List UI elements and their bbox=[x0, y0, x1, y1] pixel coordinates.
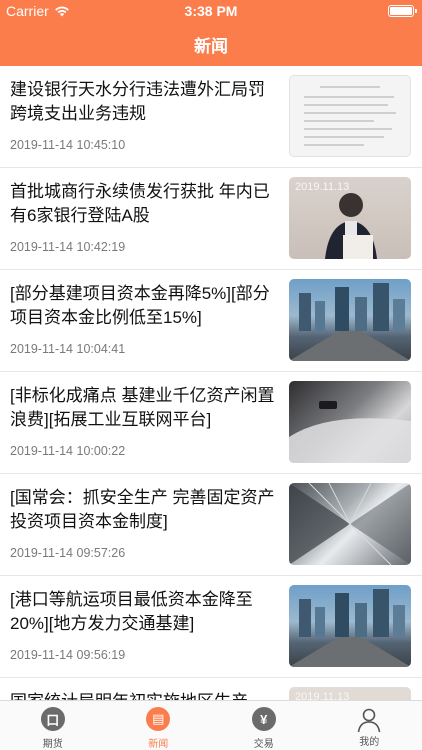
news-thumbnail-city bbox=[289, 585, 411, 667]
person-icon bbox=[357, 708, 381, 733]
news-thumbnail-car bbox=[289, 381, 411, 463]
news-item[interactable]: [国常会：抓安全生产 完善固定资产投资项目资本金制度] 2019-11-14 0… bbox=[0, 474, 422, 576]
news-title: 首批城商行永续债发行获批 年内已有6家银行登陆A股 bbox=[10, 182, 270, 225]
tab-label: 期货 bbox=[42, 739, 63, 750]
tab-label: 新闻 bbox=[148, 739, 169, 750]
tab-bar: 口 期货 ▤ 新闻 ¥ 交易 我的 bbox=[0, 700, 422, 750]
news-title: [国常会：抓安全生产 完善固定资产投资项目资本金制度] bbox=[10, 488, 275, 531]
news-item[interactable]: 国家统计局明年初实施地区生产 2019.11.13 bbox=[0, 678, 422, 700]
yen-icon: ¥ bbox=[251, 707, 276, 731]
news-item[interactable]: [部分基建项目资本金再降5%][部分项目资本金比例低至15%] 2019-11-… bbox=[0, 270, 422, 372]
news-thumbnail-city bbox=[289, 279, 411, 361]
news-title: [非标化成痛点 基建业千亿资产闲置浪费][拓展工业互联网平台] bbox=[10, 386, 275, 429]
tab-news[interactable]: ▤ 新闻 bbox=[106, 701, 212, 750]
news-title: 建设银行天水分行违法遭外汇局罚 跨境支出业务违规 bbox=[10, 80, 265, 123]
news-title: 国家统计局明年初实施地区生产 bbox=[10, 690, 278, 700]
tab-trade[interactable]: ¥ 交易 bbox=[211, 701, 317, 750]
news-date: 2019-11-14 09:56:19 bbox=[10, 648, 126, 662]
battery-icon bbox=[388, 5, 417, 17]
thumbnail-caption: 2019.11.13 bbox=[295, 691, 350, 700]
chat-icon: 口 bbox=[40, 707, 65, 731]
news-date: 2019-11-14 10:45:10 bbox=[10, 138, 126, 152]
news-icon: ▤ bbox=[146, 707, 171, 731]
news-date: 2019-11-14 10:42:19 bbox=[10, 240, 126, 254]
news-item[interactable]: [非标化成痛点 基建业千亿资产闲置浪费][拓展工业互联网平台] 2019-11-… bbox=[0, 372, 422, 474]
news-item[interactable]: 建设银行天水分行违法遭外汇局罚 跨境支出业务违规 2019-11-14 10:4… bbox=[0, 66, 422, 168]
clock: 3:38 PM bbox=[184, 3, 238, 19]
news-title: [部分基建项目资本金再降5%][部分项目资本金比例低至15%] bbox=[10, 284, 270, 327]
news-thumbnail-speaker: 2019.11.13 bbox=[289, 177, 411, 259]
news-date: 2019-11-14 09:57:26 bbox=[10, 546, 126, 560]
tab-label: 我的 bbox=[359, 737, 380, 748]
news-date: 2019-11-14 10:00:22 bbox=[10, 444, 126, 458]
tab-profile[interactable]: 我的 bbox=[317, 701, 422, 750]
news-thumbnail-speaker: 2019.11.13 bbox=[289, 687, 411, 700]
news-thumbnail-building bbox=[289, 483, 411, 565]
news-list[interactable]: 建设银行天水分行违法遭外汇局罚 跨境支出业务违规 2019-11-14 10:4… bbox=[0, 66, 422, 700]
navigation-bar: 新闻 bbox=[0, 22, 422, 66]
news-item[interactable]: 首批城商行永续债发行获批 年内已有6家银行登陆A股 2019-11-14 10:… bbox=[0, 168, 422, 270]
tab-futures[interactable]: 口 期货 bbox=[0, 701, 106, 750]
status-bar: Carrier 3:38 PM bbox=[0, 0, 422, 22]
news-item[interactable]: [港口等航运项目最低资本金降至20%][地方发力交通基建] 2019-11-14… bbox=[0, 576, 422, 678]
page-title: 新闻 bbox=[194, 36, 228, 56]
tab-label: 交易 bbox=[253, 739, 274, 750]
news-title: [港口等航运项目最低资本金降至20%][地方发力交通基建] bbox=[10, 590, 253, 633]
news-date: 2019-11-14 10:04:41 bbox=[10, 342, 126, 356]
news-thumbnail-document bbox=[289, 75, 411, 157]
